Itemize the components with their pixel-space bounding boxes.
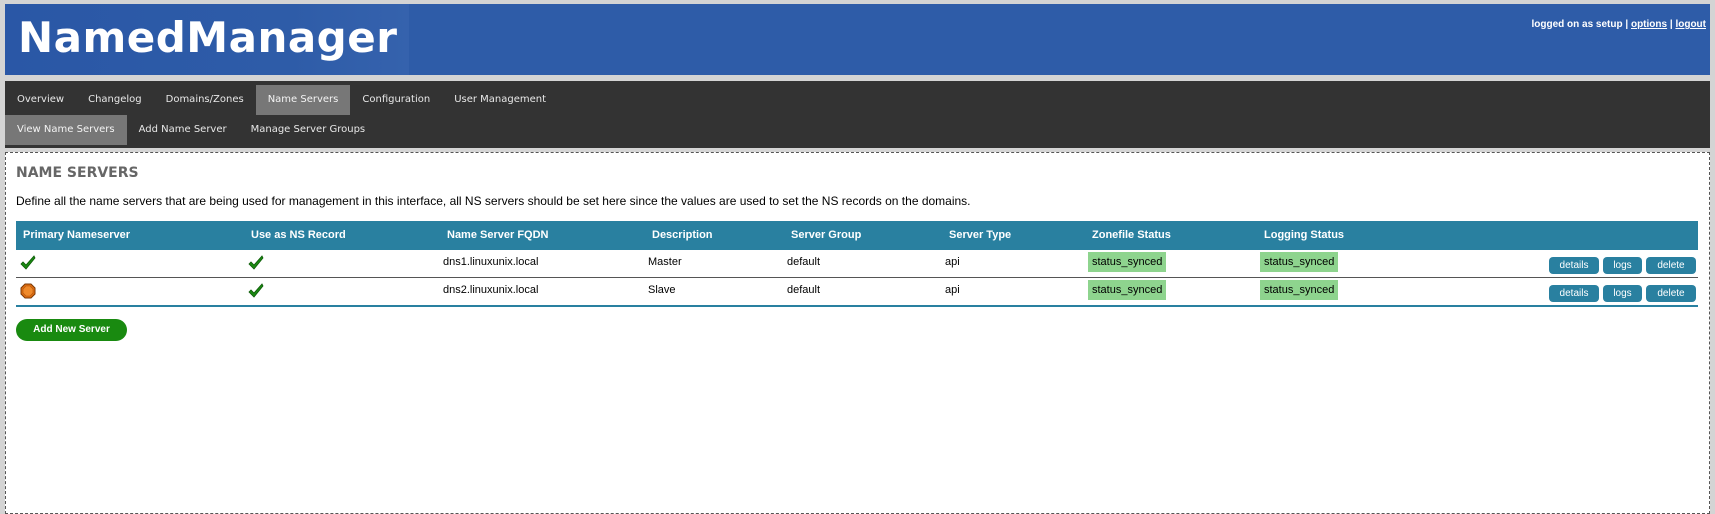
delete-button[interactable]: delete <box>1646 257 1696 274</box>
fqdn-cell: dns1.linuxunix.local <box>443 256 539 268</box>
octagon-icon <box>20 283 36 299</box>
header-logging-status: Logging Status <box>1264 229 1345 241</box>
description-cell: Slave <box>648 284 676 296</box>
check-icon <box>248 255 264 270</box>
logs-button[interactable]: logs <box>1603 257 1642 274</box>
table-header: Primary Nameserver Use as NS Record Name… <box>16 221 1698 250</box>
tab-name-servers[interactable]: Name Servers <box>255 85 351 115</box>
header-primary-nameserver: Primary Nameserver <box>23 229 131 241</box>
type-cell: api <box>945 284 960 296</box>
header-use-as-ns-record: Use as NS Record <box>251 229 346 241</box>
delete-button[interactable]: delete <box>1646 285 1696 302</box>
details-button[interactable]: details <box>1549 285 1599 302</box>
type-cell: api <box>945 256 960 268</box>
table-row: dns1.linuxunix.local Master default api … <box>16 250 1698 278</box>
check-icon <box>20 255 36 270</box>
add-new-server-button[interactable]: Add New Server <box>16 319 127 341</box>
tab-user-management[interactable]: User Management <box>442 85 558 115</box>
subtab-view-name-servers[interactable]: View Name Servers <box>5 115 127 145</box>
group-cell: default <box>787 284 821 296</box>
zonefile-status-badge: status_synced <box>1088 280 1167 300</box>
subtab-manage-server-groups[interactable]: Manage Server Groups <box>239 115 378 145</box>
header-zonefile-status: Zonefile Status <box>1092 229 1171 241</box>
tab-configuration[interactable]: Configuration <box>350 85 442 115</box>
sub-tabs: View Name Servers Add Name Server Manage… <box>5 115 377 145</box>
app-logo: NamedManager <box>18 13 398 62</box>
logout-link[interactable]: logout <box>1675 19 1706 30</box>
options-link[interactable]: options <box>1631 19 1667 30</box>
page-description: Define all the name servers that are bei… <box>16 194 971 208</box>
check-icon <box>248 283 264 298</box>
group-cell: default <box>787 256 821 268</box>
main-tabs: Overview Changelog Domains/Zones Name Se… <box>5 85 558 115</box>
logo-box: NamedManager <box>5 4 409 75</box>
details-button[interactable]: details <box>1549 257 1599 274</box>
description-cell: Master <box>648 256 682 268</box>
tab-domains-zones[interactable]: Domains/Zones <box>154 85 256 115</box>
login-text: logged on as setup <box>1531 19 1623 30</box>
tab-changelog[interactable]: Changelog <box>76 85 154 115</box>
logging-status-badge: status_synced <box>1260 280 1339 300</box>
logging-status-badge: status_synced <box>1260 252 1339 272</box>
table-row: dns2.linuxunix.local Slave default api s… <box>16 278 1698 307</box>
content-panel: NAME SERVERS Define all the name servers… <box>5 152 1710 514</box>
tab-overview[interactable]: Overview <box>5 85 76 115</box>
header-description: Description <box>652 229 713 241</box>
page-title: NAME SERVERS <box>16 165 139 181</box>
header-fqdn: Name Server FQDN <box>447 229 549 241</box>
header-server-group: Server Group <box>791 229 862 241</box>
main-navigation: Overview Changelog Domains/Zones Name Se… <box>5 81 1710 148</box>
zonefile-status-badge: status_synced <box>1088 252 1167 272</box>
app-header: NamedManager logged on as setup | option… <box>5 4 1710 75</box>
subtab-add-name-server[interactable]: Add Name Server <box>127 115 239 145</box>
name-servers-table: Primary Nameserver Use as NS Record Name… <box>16 221 1698 307</box>
login-info: logged on as setup | options | logout <box>1531 19 1706 30</box>
fqdn-cell: dns2.linuxunix.local <box>443 284 539 296</box>
header-server-type: Server Type <box>949 229 1012 241</box>
logs-button[interactable]: logs <box>1603 285 1642 302</box>
